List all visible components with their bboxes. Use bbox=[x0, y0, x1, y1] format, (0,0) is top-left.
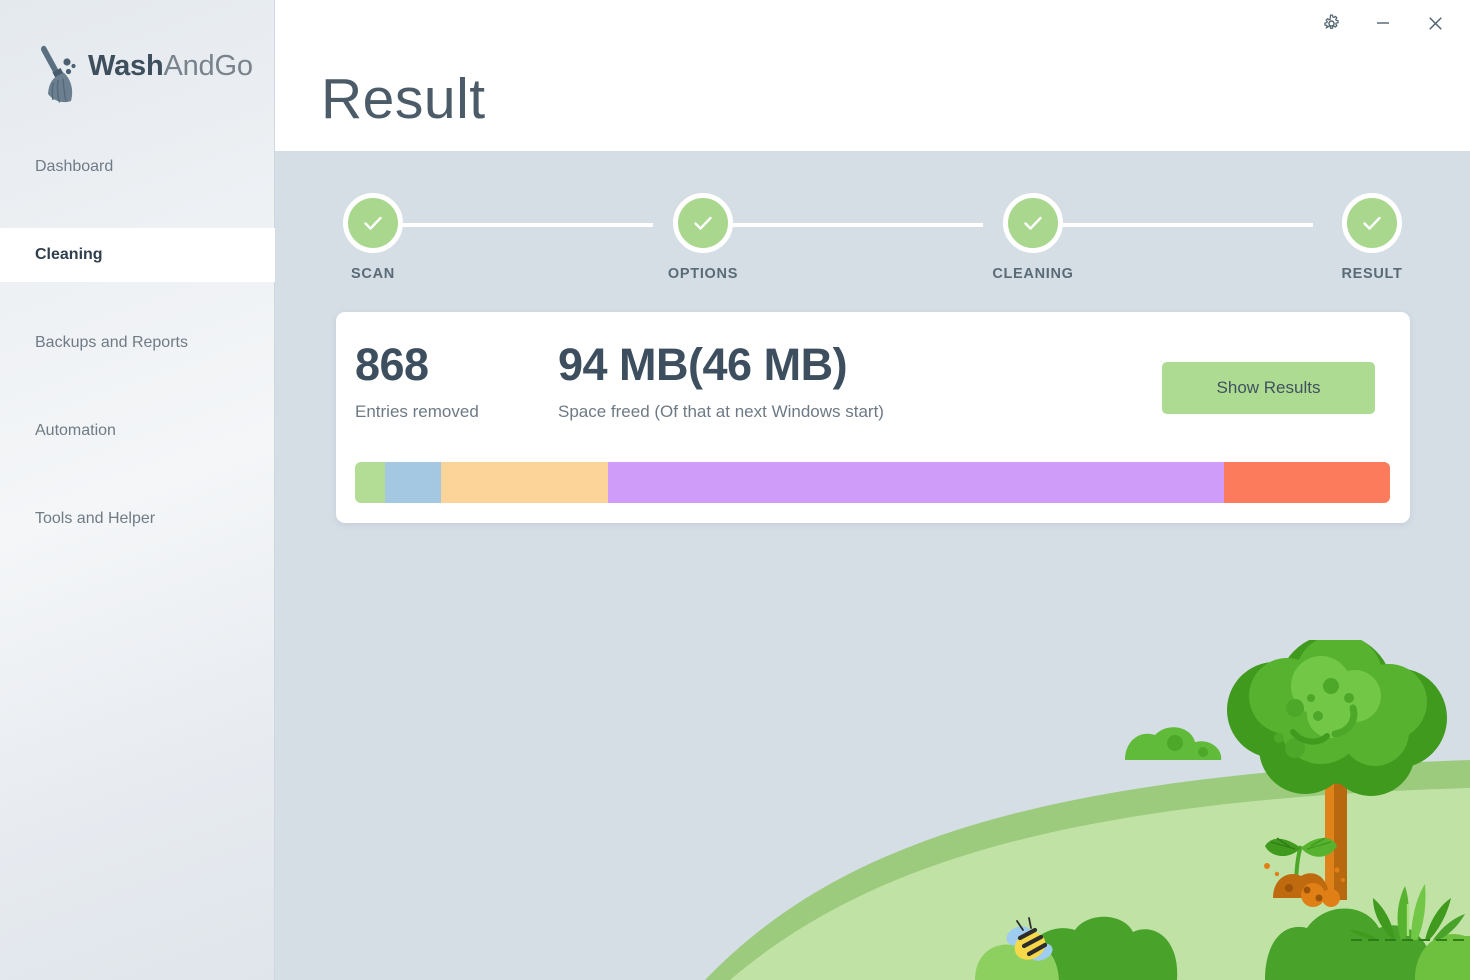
step-circle bbox=[1342, 193, 1402, 253]
window-controls bbox=[1280, 0, 1470, 46]
step-scan[interactable]: SCAN bbox=[313, 193, 433, 282]
bush-mid bbox=[1265, 908, 1434, 980]
sidebar-item-label: Backups and Reports bbox=[35, 334, 188, 351]
sidebar-item-label: Cleaning bbox=[35, 246, 103, 263]
bush-far-dot bbox=[1167, 735, 1183, 751]
sidebar-item-label: Dashboard bbox=[35, 158, 114, 175]
check-icon bbox=[694, 216, 712, 230]
settings-button[interactable] bbox=[1310, 6, 1352, 40]
segment-red bbox=[1224, 462, 1390, 503]
stat-value: 868 bbox=[355, 339, 429, 390]
sidebar-item-cleaning[interactable]: Cleaning bbox=[0, 228, 275, 282]
stat-label: Space freed (Of that at next Windows sta… bbox=[558, 402, 884, 421]
tree-foliage-speckles bbox=[1274, 678, 1358, 758]
segment-purple bbox=[607, 462, 1225, 503]
bee bbox=[1006, 917, 1053, 961]
close-icon bbox=[1428, 16, 1442, 30]
result-card: 868 Entries removed 94 MB(46 MB) Space f… bbox=[336, 312, 1410, 523]
check-icon bbox=[1024, 216, 1042, 230]
step-circle bbox=[1003, 193, 1063, 253]
hill-front bbox=[730, 788, 1470, 980]
stat-value: 94 MB(46 MB) bbox=[558, 339, 848, 390]
bush-far-dot bbox=[1198, 747, 1208, 757]
step-connector-2 bbox=[727, 223, 983, 227]
step-progress: SCAN OPTIONS CLEANING RESULT bbox=[275, 151, 1470, 301]
close-button[interactable] bbox=[1414, 6, 1456, 40]
stat-label: Entries removed bbox=[355, 402, 479, 421]
step-connector-1 bbox=[397, 223, 653, 227]
sidebar-item-dashboard[interactable]: Dashboard bbox=[0, 140, 275, 194]
sidebar: WashAndGo Dashboard Cleaning Backups and… bbox=[0, 0, 275, 980]
segment-orange bbox=[440, 462, 608, 503]
sidebar-item-tools-and-helper[interactable]: Tools and Helper bbox=[0, 492, 275, 546]
sprout bbox=[1265, 837, 1337, 891]
logo-text-bold: Wash bbox=[88, 50, 164, 82]
grass-tuft bbox=[1349, 884, 1465, 941]
step-result[interactable]: RESULT bbox=[1312, 193, 1432, 282]
sidebar-item-label: Automation bbox=[35, 422, 116, 439]
stat-entries-removed: 868 Entries removed bbox=[355, 342, 479, 422]
tree-foliage-light bbox=[1291, 656, 1381, 738]
sidebar-item-backups-and-reports[interactable]: Backups and Reports bbox=[0, 316, 275, 370]
step-options[interactable]: OPTIONS bbox=[643, 193, 763, 282]
sidebar-nav: Dashboard Cleaning Backups and Reports A… bbox=[0, 140, 275, 546]
page-title: Result bbox=[321, 67, 486, 131]
logo-text-light: AndGo bbox=[163, 50, 253, 82]
bush-right bbox=[1415, 934, 1470, 980]
space-breakdown-bar bbox=[355, 462, 1390, 503]
step-label: OPTIONS bbox=[667, 266, 739, 282]
app-logo: WashAndGo bbox=[0, 0, 275, 151]
app-logo-text: WashAndGo bbox=[88, 50, 253, 83]
segment-blue bbox=[385, 462, 441, 503]
tree-trunk bbox=[1325, 760, 1347, 900]
bush-left bbox=[1020, 916, 1178, 980]
app-window: WashAndGo Dashboard Cleaning Backups and… bbox=[0, 0, 1470, 980]
step-label: SCAN bbox=[351, 266, 395, 282]
step-circle bbox=[343, 193, 403, 253]
segment-green bbox=[355, 462, 385, 503]
minimize-button[interactable] bbox=[1362, 6, 1404, 40]
mound-left bbox=[975, 942, 1059, 980]
show-results-button[interactable]: Show Results bbox=[1162, 362, 1375, 414]
stat-space-freed: 94 MB(46 MB) Space freed (Of that at nex… bbox=[558, 342, 884, 422]
tree-foliage-dark bbox=[1227, 640, 1447, 796]
step-connector-3 bbox=[1057, 223, 1313, 227]
bush-far bbox=[1125, 727, 1222, 760]
step-label: CLEANING bbox=[992, 266, 1074, 282]
sidebar-item-automation[interactable]: Automation bbox=[0, 404, 275, 458]
step-cleaning[interactable]: CLEANING bbox=[973, 193, 1093, 282]
step-label: RESULT bbox=[1341, 266, 1403, 282]
step-circle bbox=[673, 193, 733, 253]
check-icon bbox=[1363, 216, 1381, 230]
dirt-mound bbox=[1264, 863, 1345, 907]
hill-back bbox=[705, 760, 1470, 980]
check-icon bbox=[364, 216, 382, 230]
illustration bbox=[705, 640, 1470, 980]
content-area: SCAN OPTIONS CLEANING RESULT 868 Entries… bbox=[275, 151, 1470, 980]
sidebar-item-label: Tools and Helper bbox=[35, 510, 156, 527]
minimize-icon bbox=[1377, 22, 1389, 24]
tree-foliage-mid bbox=[1249, 640, 1427, 766]
tree-trunk-highlight bbox=[1325, 760, 1334, 900]
broom-icon bbox=[41, 45, 76, 103]
gear-icon bbox=[1323, 14, 1339, 29]
